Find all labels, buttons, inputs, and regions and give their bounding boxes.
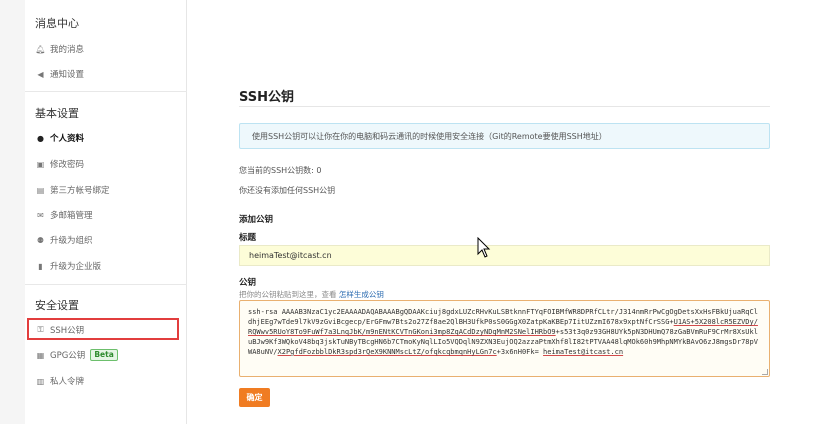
how-to-generate-key-link[interactable]: 怎样生成公钥 xyxy=(339,290,384,299)
settings-sidebar: 消息中心 🔔︎ 我的消息 ◀ 通知设置 基本设置 ● 个人资料 ▣ 修改密码 ▤… xyxy=(25,0,187,424)
page-title: SSH公钥 xyxy=(239,90,295,105)
shield-icon: ▦ xyxy=(36,350,45,360)
sidebar-item-label: 我的消息 xyxy=(50,45,85,55)
mail-icon: ✉ xyxy=(37,210,44,220)
sidebar-item-label: SSH公钥 xyxy=(50,326,85,336)
users-icon: ⚉ xyxy=(36,235,45,245)
public-key-textarea[interactable]: ssh-rsa AAAAB3NzaC1yc2EAAAADAQABAAABgQDA… xyxy=(239,300,770,377)
building-icon: ▮ xyxy=(38,261,43,271)
empty-keys-text: 你还没有添加任何SSH公钥 xyxy=(239,186,336,195)
sidebar-item-label: 第三方帐号绑定 xyxy=(50,186,110,196)
ssh-key-count: 您当前的SSH公钥数: 0 xyxy=(239,166,322,175)
info-alert: 使用SSH公钥可以让你在你的电脑和码云通讯的时候使用安全连接（Git的Remot… xyxy=(239,123,770,149)
sidebar-item-my-messages[interactable]: 🔔︎ 我的消息 xyxy=(35,41,84,57)
key-text-part: X2PgfdFozbblDkR3spd3rQeX9KNNMscLtZ/ofqkc… xyxy=(277,348,497,356)
sidebar-item-upgrade-enterprise[interactable]: ▮ 升级为企业版 xyxy=(35,258,101,274)
key-icon: ⚿ xyxy=(37,325,44,334)
sidebar-item-label: 修改密码 xyxy=(50,160,85,170)
info-text: 使用SSH公钥可以让你在你的电脑和码云通讯的时候使用安全连接（Git的Remot… xyxy=(252,131,607,141)
key-label: 公钥 xyxy=(239,278,257,288)
beta-badge: Beta xyxy=(90,349,118,361)
key-hint: 把你的公钥粘贴到这里，查看 怎样生成公钥 xyxy=(239,289,384,300)
add-key-heading: 添加公钥 xyxy=(239,215,274,225)
section-title-messages: 消息中心 xyxy=(35,17,79,30)
sidebar-item-label: GPG公钥 xyxy=(50,351,86,361)
sidebar-item-label: 通知设置 xyxy=(50,70,85,80)
speaker-icon: ◀ xyxy=(37,69,44,79)
sidebar-item-gpg-keys[interactable]: ▦ GPG公钥 Beta xyxy=(35,347,118,363)
sidebar-item-upgrade-org[interactable]: ⚉ 升级为组织 xyxy=(35,232,93,248)
sidebar-item-ssh-keys[interactable]: ⚿ SSH公钥 xyxy=(35,322,84,338)
sidebar-item-label: 私人令牌 xyxy=(50,377,85,387)
link-icon: ▤ xyxy=(36,185,45,195)
title-label: 标题 xyxy=(239,233,257,243)
key-hint-text: 把你的公钥粘贴到这里，查看 xyxy=(239,290,337,299)
sidebar-item-label: 个人资料 xyxy=(50,134,85,144)
title-input-value: heimaTest@itcast.cn xyxy=(249,251,332,260)
user-icon: ● xyxy=(37,133,44,143)
sidebar-item-email-management[interactable]: ✉ 多邮箱管理 xyxy=(35,207,93,223)
section-title-basic: 基本设置 xyxy=(35,107,79,120)
sidebar-item-third-party-binding[interactable]: ▤ 第三方帐号绑定 xyxy=(35,182,110,198)
sidebar-item-label: 升级为企业版 xyxy=(50,262,102,272)
submit-button[interactable]: 确定 xyxy=(239,388,270,407)
sidebar-item-label: 升级为组织 xyxy=(50,236,93,246)
title-divider xyxy=(239,106,770,107)
bell-icon: 🔔︎ xyxy=(35,44,46,54)
token-icon: ▥ xyxy=(36,376,45,386)
sidebar-divider xyxy=(25,284,187,285)
lock-icon: ▣ xyxy=(36,159,45,169)
sidebar-item-notification-settings[interactable]: ◀ 通知设置 xyxy=(35,66,84,82)
sidebar-item-profile[interactable]: ● 个人资料 xyxy=(35,130,84,146)
key-text-part: heimaTest@itcast.cn xyxy=(543,348,624,356)
resize-handle[interactable] xyxy=(762,369,768,375)
section-title-security: 安全设置 xyxy=(35,299,79,312)
sidebar-item-label: 多邮箱管理 xyxy=(50,211,93,221)
title-input[interactable]: heimaTest@itcast.cn xyxy=(239,245,770,266)
sidebar-item-private-token[interactable]: ▥ 私人令牌 xyxy=(35,373,84,389)
main-content: SSH公钥 使用SSH公钥可以让你在你的电脑和码云通讯的时候使用安全连接（Git… xyxy=(187,0,830,424)
sidebar-divider xyxy=(25,91,187,92)
key-text-part: +3x6nH0Fk= xyxy=(496,348,544,356)
sidebar-item-change-password[interactable]: ▣ 修改密码 xyxy=(35,156,84,172)
mouse-cursor-icon xyxy=(477,237,491,258)
